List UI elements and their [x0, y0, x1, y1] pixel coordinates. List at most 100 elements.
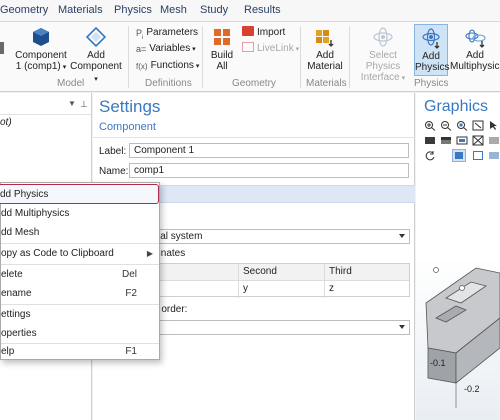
- livelink-button[interactable]: LiveLink ▾: [242, 42, 299, 56]
- graphics-title: Graphics: [424, 98, 489, 115]
- chevron-right-icon: ▶: [146, 249, 153, 258]
- menu-item-add-mesh[interactable]: dd Mesh: [1, 223, 159, 242]
- coordinate-system-select[interactable]: ial system: [153, 229, 410, 244]
- add-material-button[interactable]: Add Material: [304, 26, 346, 72]
- ribbon-tab-bar: Geometry Materials Physics Mesh Study Re…: [0, 0, 500, 22]
- name-field-label: Name:: [99, 166, 129, 177]
- functions-label: Functions: [150, 60, 194, 71]
- functions-icon: f(x): [136, 62, 148, 71]
- import-button[interactable]: Import: [242, 26, 285, 40]
- add-multiphysics-label-2: Multiphysics: [450, 61, 500, 72]
- add-multiphysics-icon: [464, 26, 486, 48]
- group-label-geometry: Geometry: [232, 78, 276, 89]
- parameters-button[interactable]: Pi Parameters: [136, 26, 199, 41]
- view-icon[interactable]: [488, 135, 500, 146]
- add-physics-label-2: Physics: [415, 62, 450, 73]
- group-label-physics: Physics: [414, 78, 449, 89]
- physics-interface-icon: [372, 26, 394, 48]
- group-label-materials: Materials: [306, 78, 347, 89]
- table-cell[interactable]: z: [325, 281, 409, 298]
- cut-off-icon: [0, 42, 4, 54]
- menu-item-add-physics-label[interactable]: dd Physics: [0, 186, 48, 203]
- add-physics-button[interactable]: Add Physics: [414, 24, 450, 76]
- divider: [93, 137, 415, 138]
- name-field[interactable]: comp1: [129, 163, 409, 178]
- view-icon[interactable]: [456, 135, 468, 146]
- settings-subtitle: Component: [99, 121, 156, 133]
- tab-study[interactable]: Study: [200, 4, 228, 16]
- parameters-label: Parameters: [146, 27, 199, 38]
- select-physics-label-2: Interface: [360, 72, 400, 83]
- group-label-definitions: Definitions: [145, 78, 192, 89]
- add-material-label-2: Material: [307, 61, 343, 72]
- label-field[interactable]: Component 1: [129, 143, 409, 158]
- add-component-button[interactable]: Add Component ▾: [70, 26, 122, 85]
- tab-geometry[interactable]: Geometry: [0, 4, 48, 16]
- order-select[interactable]: [153, 320, 410, 335]
- view-icon[interactable]: [424, 135, 436, 146]
- menu-item-settings[interactable]: ettings: [1, 305, 159, 324]
- view-icon[interactable]: [440, 135, 452, 146]
- render-mode-icon[interactable]: [452, 149, 466, 162]
- wireframe-icon[interactable]: [472, 150, 484, 161]
- chevron-down-icon: [399, 325, 405, 329]
- tab-mesh[interactable]: Mesh: [160, 4, 187, 16]
- axis-tick-label: -0.2: [464, 384, 480, 394]
- zoom-out-icon[interactable]: [440, 120, 452, 131]
- pin-icon[interactable]: ⊥: [80, 99, 88, 110]
- add-component-icon: [85, 26, 107, 48]
- coordinate-names-table: Second Third y z: [153, 263, 410, 298]
- menu-item-help[interactable]: elp F1: [1, 342, 159, 361]
- add-material-label-1: Add: [316, 50, 334, 61]
- add-component-label-2: Component: [70, 61, 122, 72]
- component-button[interactable]: Component 1 (comp1) ▾: [14, 26, 68, 73]
- context-menu: dd Physics dd Multiphysics dd Mesh opy a…: [0, 182, 160, 360]
- panel-menu-icon[interactable]: ▼: [68, 99, 76, 108]
- add-physics-icon: [420, 27, 442, 49]
- menu-item-delete[interactable]: elete Del: [1, 265, 159, 284]
- transparency-icon[interactable]: [488, 150, 500, 161]
- select-physics-interface-button[interactable]: Select Physics Interface ▾: [352, 26, 414, 84]
- graphics-panel: Graphics -0.1 -0.2: [416, 93, 500, 420]
- add-component-label-1: Add: [87, 50, 105, 61]
- menu-item-properties[interactable]: operties: [1, 324, 159, 343]
- settings-title: Settings: [99, 97, 161, 116]
- import-label: Import: [257, 27, 286, 38]
- component-icon: [30, 26, 52, 48]
- table-cell[interactable]: y: [239, 281, 325, 298]
- tab-materials[interactable]: Materials: [58, 4, 103, 16]
- build-all-button[interactable]: Build All: [206, 26, 238, 72]
- parameters-icon: Pi: [136, 28, 144, 41]
- table-header-cell: Second: [239, 264, 325, 281]
- add-material-icon: [314, 26, 336, 48]
- menu-item-copy-as-code[interactable]: opy as Code to Clipboard ▶: [1, 244, 159, 263]
- shortcut-label: F1: [125, 346, 137, 357]
- variables-button[interactable]: a= Variables ▾: [136, 42, 196, 56]
- ribbon-divider: [202, 26, 203, 88]
- table-cell[interactable]: [154, 281, 239, 298]
- menu-item-add-multiphysics[interactable]: dd Multiphysics: [1, 204, 159, 223]
- ribbon-divider: [300, 26, 301, 88]
- zoom-box-icon[interactable]: [456, 120, 468, 131]
- graphics-canvas[interactable]: -0.1 -0.2: [416, 258, 500, 420]
- reset-view-icon[interactable]: [424, 150, 436, 161]
- shortcut-label: F2: [125, 288, 137, 299]
- add-multiphysics-button[interactable]: Add Multiphysics: [450, 26, 500, 72]
- menu-item-rename[interactable]: ename F2: [1, 284, 159, 303]
- shortcut-label: Del: [121, 269, 137, 280]
- variables-label: Variables: [149, 43, 191, 54]
- tab-physics[interactable]: Physics: [114, 4, 152, 16]
- component-label-1: Component: [15, 50, 67, 61]
- tab-results[interactable]: Results: [244, 4, 281, 16]
- select-physics-label-1: Select Physics: [365, 50, 401, 72]
- build-all-icon: [211, 26, 233, 48]
- zoom-extents-icon[interactable]: [472, 120, 484, 131]
- zoom-in-icon[interactable]: [424, 120, 436, 131]
- tree-root-item[interactable]: ot): [0, 117, 12, 128]
- select-icon[interactable]: [488, 120, 500, 131]
- functions-button[interactable]: f(x) Functions ▾: [136, 59, 199, 73]
- component-label-2: 1 (comp1): [15, 61, 61, 72]
- view-icon[interactable]: [472, 135, 484, 146]
- axis-tick-label: -0.1: [430, 358, 446, 368]
- add-multiphysics-label-1: Add: [466, 50, 484, 61]
